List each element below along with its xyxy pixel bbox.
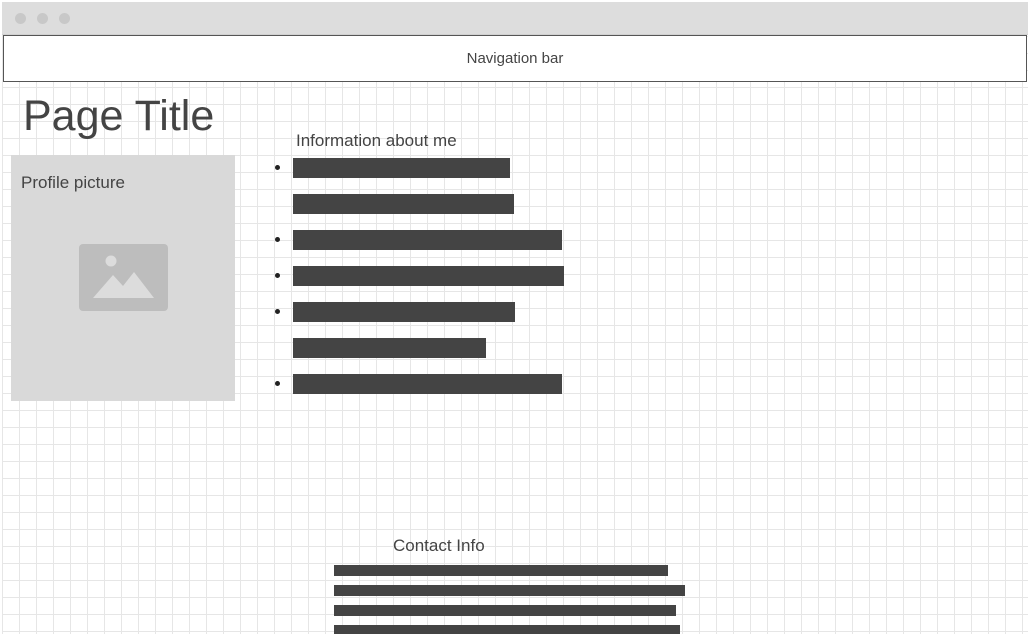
info-list-item <box>270 158 517 178</box>
info-list-item <box>270 302 522 322</box>
info-heading: Information about me <box>296 131 457 150</box>
contact-placeholder-bar <box>334 565 668 576</box>
contact-placeholder-bar <box>334 625 680 634</box>
page-title: Page Title <box>23 92 215 140</box>
profile-picture-label: Profile picture <box>21 173 125 192</box>
info-list-item <box>270 230 569 250</box>
image-placeholder-icon <box>79 244 168 311</box>
bullet-icon <box>275 309 280 314</box>
contact-placeholder-bar <box>334 585 685 596</box>
bullet-icon <box>275 237 280 242</box>
text-placeholder-bar <box>293 374 562 394</box>
info-list-item <box>270 266 571 286</box>
info-list-item <box>270 194 521 214</box>
text-placeholder-bar <box>293 266 564 286</box>
browser-window: Navigation bar Page Title Profile pictur… <box>2 2 1028 634</box>
text-placeholder-bar <box>293 158 510 178</box>
bullet-icon <box>275 165 280 170</box>
contact-heading: Contact Info <box>393 536 485 555</box>
info-list-item <box>270 374 569 394</box>
close-dot[interactable] <box>15 13 26 24</box>
bullet-icon <box>275 381 280 386</box>
contact-placeholder-bar <box>334 605 676 616</box>
navigation-bar-label: Navigation bar <box>466 50 564 67</box>
title-bar <box>2 2 1028 35</box>
profile-picture-card: Profile picture <box>11 155 235 401</box>
text-placeholder-bar <box>293 230 562 250</box>
text-placeholder-bar <box>293 338 486 358</box>
text-placeholder-bar <box>293 302 515 322</box>
text-placeholder-bar <box>293 194 514 214</box>
minimize-dot[interactable] <box>37 13 48 24</box>
navigation-bar[interactable]: Navigation bar <box>3 35 1027 82</box>
info-list-item <box>270 338 493 358</box>
bullet-icon <box>275 273 280 278</box>
maximize-dot[interactable] <box>59 13 70 24</box>
